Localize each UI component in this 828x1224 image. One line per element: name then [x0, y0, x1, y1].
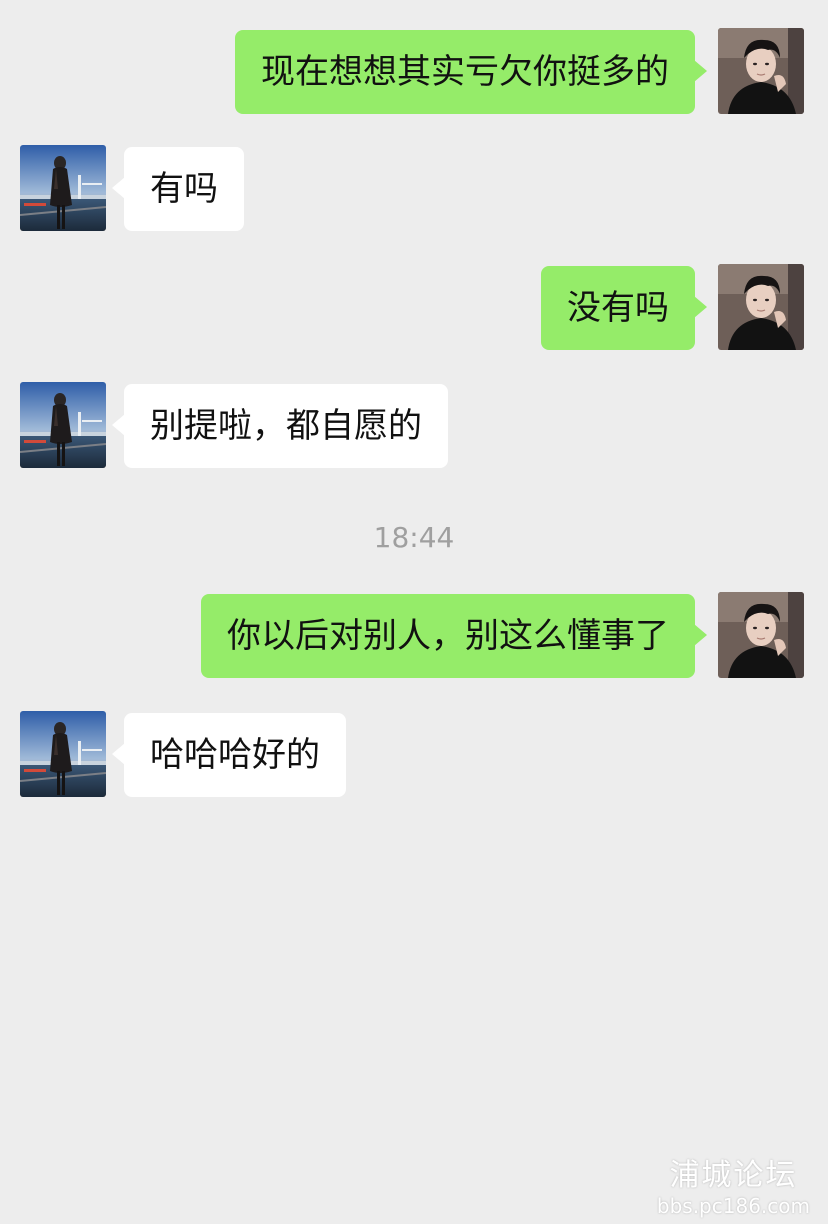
watermark-title: 浦城论坛 [669, 1158, 798, 1193]
message-text: 现在想想其实亏欠你挺多的 [261, 52, 669, 92]
female-avatar[interactable] [20, 711, 106, 797]
female-avatar[interactable] [20, 145, 106, 231]
message-text: 别提啦，都自愿的 [150, 406, 422, 446]
incoming-message-bubble[interactable]: 有吗 [112, 147, 244, 231]
outgoing-message-bubble[interactable]: 没有吗 [541, 266, 707, 350]
message-text: 有吗 [150, 169, 218, 209]
incoming-message-bubble[interactable]: 哈哈哈好的 [112, 713, 346, 797]
message-text: 没有吗 [567, 288, 669, 328]
watermark-url: bbs.pc186.com [656, 1194, 810, 1218]
message-text: 你以后对别人，别这么懂事了 [227, 616, 669, 656]
male-avatar[interactable] [718, 592, 804, 678]
outgoing-message-bubble[interactable]: 你以后对别人，别这么懂事了 [201, 594, 707, 678]
incoming-message-bubble[interactable]: 别提啦，都自愿的 [112, 384, 448, 468]
male-avatar[interactable] [718, 264, 804, 350]
male-avatar[interactable] [718, 28, 804, 114]
message-timestamp: 18:44 [373, 521, 455, 554]
female-avatar[interactable] [20, 382, 106, 468]
forum-watermark: 浦城论坛 bbs.pc186.com [657, 1158, 810, 1218]
message-text: 哈哈哈好的 [150, 735, 320, 775]
outgoing-message-bubble[interactable]: 现在想想其实亏欠你挺多的 [235, 30, 707, 114]
